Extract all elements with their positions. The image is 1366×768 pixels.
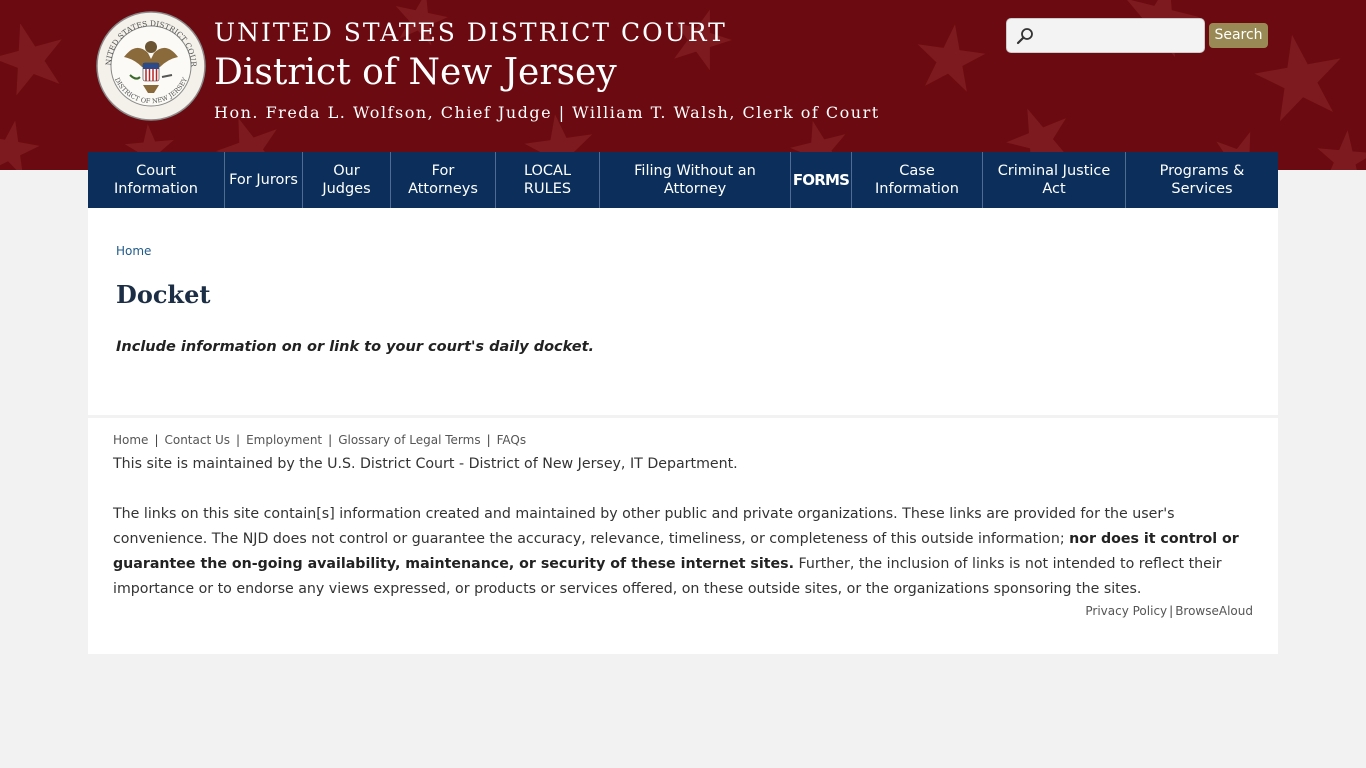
main-nav: Court Information For Jurors Our Judges … (88, 152, 1278, 208)
nav-filing-without-attorney[interactable]: Filing Without an Attorney (600, 152, 791, 208)
nav-court-information[interactable]: Court Information (88, 152, 225, 208)
footer-link-glossary[interactable]: Glossary of Legal Terms (338, 433, 480, 447)
search-icon (1016, 28, 1033, 45)
footer-link-faqs[interactable]: FAQs (497, 433, 527, 447)
header-banner: UNITED STATES DISTRICT COURT DISTRICT OF… (0, 0, 1366, 170)
footer-links: Home | Contact Us | Employment | Glossary of L… (113, 433, 526, 447)
court-name: UNITED STATES DISTRICT COURT (214, 18, 727, 47)
nav-programs-services[interactable]: Programs & Services (1126, 152, 1278, 208)
district-name[interactable]: District of New Jersey (214, 52, 617, 93)
maintained-notice: This site is maintained by the U.S. Dist… (113, 456, 738, 472)
nav-our-judges[interactable]: Our Judges (303, 152, 391, 208)
disclaimer-text-1: The links on this site contain[s] inform… (113, 506, 1175, 547)
privacy-policy-link[interactable]: Privacy Policy (1085, 604, 1167, 618)
footer-link-contact-us[interactable]: Contact Us (164, 433, 230, 447)
footer-link-home[interactable]: Home (113, 433, 148, 447)
footer-separator: | (328, 433, 333, 447)
search-box (1006, 18, 1205, 53)
nav-for-attorneys[interactable]: For Attorneys (391, 152, 496, 208)
nav-forms[interactable]: FORMS (791, 152, 852, 208)
nav-local-rules[interactable]: LOCAL RULES (496, 152, 600, 208)
nav-criminal-justice-act[interactable]: Criminal Justice Act (983, 152, 1126, 208)
search-input[interactable] (1039, 23, 1199, 49)
nav-case-information[interactable]: Case Information (852, 152, 983, 208)
footer-separator: | (486, 433, 491, 447)
footer-separator: | (1169, 604, 1174, 618)
links-disclaimer: The links on this site contain[s] inform… (113, 502, 1258, 602)
footer-link-employment[interactable]: Employment (246, 433, 322, 447)
main-content: Home Docket Include information on or li… (88, 208, 1278, 415)
footer: Home | Contact Us | Employment | Glossary of L… (88, 418, 1278, 654)
footer-separator: | (236, 433, 241, 447)
footer-separator: | (154, 433, 159, 447)
nav-for-jurors[interactable]: For Jurors (225, 152, 303, 208)
court-officials: Hon. Freda L. Wolfson, Chief Judge | Wil… (214, 103, 880, 122)
page-title: Docket (116, 280, 211, 309)
docket-intro: Include information on or link to your c… (116, 339, 595, 355)
court-seal-logo: UNITED STATES DISTRICT COURT DISTRICT OF… (96, 11, 206, 121)
browsealoud-link[interactable]: BrowseAloud (1175, 604, 1253, 618)
bottom-links: Privacy Policy | BrowseAloud (1085, 604, 1253, 618)
breadcrumb-home[interactable]: Home (116, 244, 151, 258)
search-button[interactable]: Search (1209, 23, 1268, 48)
